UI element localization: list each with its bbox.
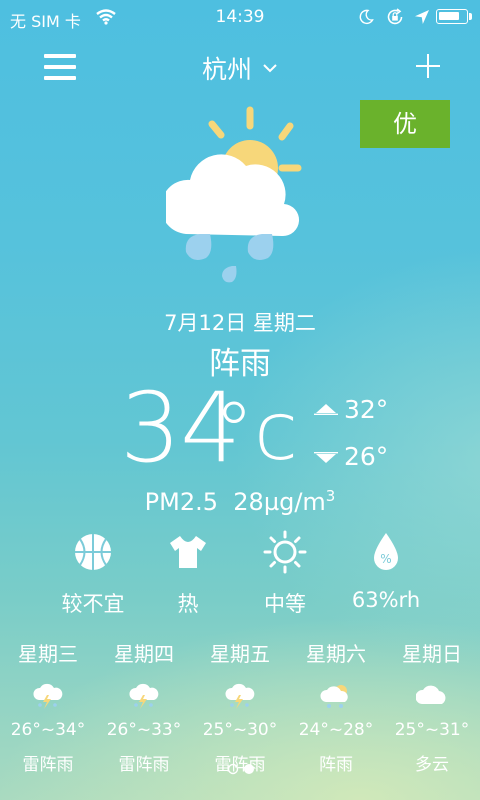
cloudy-icon: [415, 685, 446, 704]
city-selector[interactable]: 杭州: [190, 50, 290, 86]
shower-icon: [320, 685, 348, 708]
menu-hamburger-icon[interactable]: [44, 54, 76, 80]
low-temperature: 26°: [344, 442, 389, 471]
forecast-range-4: 24°~28°: [298, 720, 374, 740]
humidity-drop-icon[interactable]: %: [364, 530, 408, 574]
shower-sun-cloud-icon: [166, 106, 302, 283]
forecast-day-5: 星期日: [402, 642, 462, 666]
forecast-condition-4: 阵雨: [319, 755, 353, 775]
status-time: 14:39: [215, 7, 265, 27]
pm25-unit-exponent: 3: [325, 487, 336, 505]
forecast-day-4: 星期六: [306, 642, 366, 666]
forecast-item-1: [0, 682, 96, 714]
city-name: 杭州: [202, 55, 253, 84]
pm25-reading: PM2.5 28µg/m3: [0, 487, 480, 516]
page-dot-2: [244, 764, 254, 774]
thunderstorm-icon: [225, 683, 255, 709]
high-temperature: 32°: [344, 395, 389, 424]
battery-icon: [436, 9, 468, 24]
temperature-unit: °c: [214, 385, 298, 478]
current-condition: 阵雨: [209, 346, 271, 382]
forecast-item-2: [96, 682, 192, 714]
forecast-day-3: 星期五: [210, 642, 270, 666]
forecast-range-3: 25°~30°: [202, 720, 278, 740]
high-temp-up-triangle-icon: [314, 404, 338, 415]
low-temp-down-triangle-icon: [314, 452, 338, 463]
forecast-condition-5: 多云: [415, 755, 449, 775]
thunderstorm-icon: [33, 683, 63, 709]
forecast-range-5: 25°~31°: [394, 720, 470, 740]
forecast-range-2: 26°~33°: [106, 720, 182, 740]
forecast-item-4: [288, 682, 384, 714]
rotation-lock-icon: [387, 8, 403, 25]
sun-uv-icon[interactable]: [263, 530, 307, 574]
page-indicator[interactable]: [226, 762, 256, 776]
thunderstorm-icon: [129, 683, 159, 709]
shirt-icon[interactable]: [166, 530, 210, 574]
do-not-disturb-moon-icon: [359, 9, 374, 25]
forecast-range-1: 26°~34°: [10, 720, 86, 740]
pm25-label: PM2.5: [144, 488, 219, 516]
forecast-condition-2: 雷阵雨: [118, 755, 170, 775]
forecast-condition-1: 雷阵雨: [22, 755, 74, 775]
svg-text:%: %: [380, 552, 391, 566]
status-bar: 无 SIM 卡 14:39: [0, 0, 480, 36]
forecast-item-3: [192, 682, 288, 714]
add-city-plus-icon[interactable]: [412, 50, 444, 82]
forecast-day-1: 星期三: [18, 642, 78, 666]
pm25-value: 28µg/m: [233, 488, 326, 516]
basketball-icon[interactable]: [71, 530, 115, 574]
page-dot-1: [227, 763, 239, 775]
battery-tip: [469, 13, 472, 20]
index-label-humidity: 63%rh: [351, 588, 421, 612]
chevron-down-icon: [263, 64, 277, 73]
location-arrow-icon: [415, 10, 429, 24]
aqi-badge[interactable]: 优: [360, 100, 450, 148]
forecast-day-2: 星期四: [114, 642, 174, 666]
current-date: 7月12日 星期二: [164, 311, 316, 335]
forecast-item-5: [384, 682, 480, 714]
